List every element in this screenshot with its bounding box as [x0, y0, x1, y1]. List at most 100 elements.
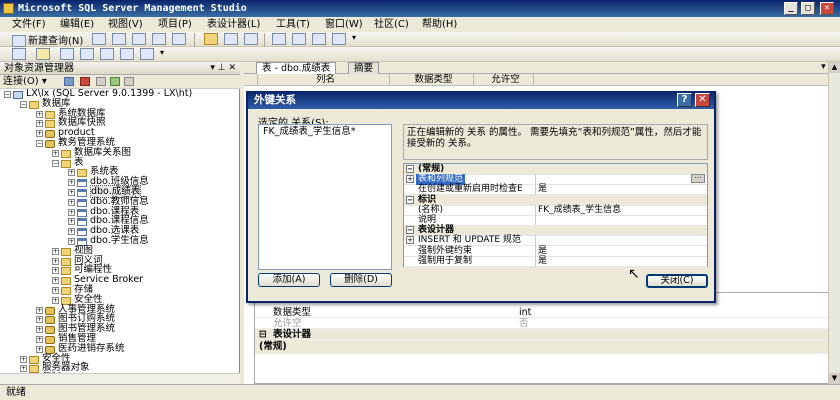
expand-icon[interactable]: + — [36, 110, 43, 118]
minimize-button[interactable]: _ — [784, 2, 798, 15]
menu-help[interactable]: 帮助(H) — [422, 18, 457, 31]
collapse-icon[interactable]: ⊟ — [259, 329, 267, 340]
stop-icon[interactable] — [96, 77, 106, 86]
expand-icon[interactable]: + — [68, 208, 75, 216]
toolbar-overflow-icon[interactable]: ▾ — [352, 33, 366, 45]
expand-icon[interactable]: + — [52, 247, 59, 255]
collapse-icon[interactable]: − — [52, 159, 59, 167]
disconnect-icon[interactable] — [80, 77, 90, 86]
xml-indexes-icon[interactable] — [100, 48, 114, 60]
relationship-item[interactable]: FK_成绩表_学生信息* — [261, 126, 357, 137]
table-icon: table — [77, 179, 87, 188]
menu-project[interactable]: 项目(P) — [158, 18, 192, 31]
expand-icon[interactable]: + — [20, 355, 27, 363]
analysis-query-icon[interactable] — [112, 33, 126, 45]
tree-node[interactable]: +folder数据库关系图 — [52, 147, 131, 158]
registered-servers-icon[interactable] — [272, 33, 286, 45]
menu-window[interactable]: 窗口(W) — [325, 18, 363, 31]
save-icon[interactable] — [224, 33, 238, 45]
expand-icon[interactable]: + — [52, 267, 59, 275]
refresh-icon[interactable] — [110, 77, 120, 86]
prop-row-allow-nulls[interactable]: 允许空 否 — [255, 318, 830, 329]
collapse-icon[interactable]: − — [36, 140, 43, 147]
save-all-icon[interactable] — [244, 33, 258, 45]
expand-icon[interactable]: + — [406, 175, 414, 184]
expand-icon[interactable]: + — [68, 228, 75, 236]
xmla-query-icon[interactable] — [152, 33, 166, 45]
connect-dropdown[interactable]: 连接(O) ▾ — [3, 76, 47, 87]
connect-icon[interactable] — [64, 77, 74, 86]
menu-file[interactable]: 文件(F) — [12, 18, 46, 31]
filter-icon[interactable] — [124, 77, 134, 86]
pin-icon[interactable]: ▾ ⊥ ✕ — [210, 62, 236, 75]
expand-icon[interactable]: + — [52, 149, 59, 157]
expand-icon[interactable]: + — [52, 277, 59, 285]
db-icon: db — [45, 336, 55, 344]
help-button[interactable]: ? — [677, 93, 692, 107]
menu-tools[interactable]: 工具(T) — [276, 18, 310, 31]
expand-icon[interactable]: + — [36, 336, 43, 343]
open-folder-icon[interactable] — [204, 33, 218, 45]
toolbar-overflow-icon[interactable]: ▾ — [160, 48, 174, 60]
collapse-icon[interactable]: − — [406, 226, 414, 235]
expand-icon[interactable]: + — [68, 218, 75, 226]
prop-row-data-type[interactable]: 数据类型 int — [255, 307, 830, 318]
collapse-icon[interactable]: − — [4, 91, 11, 98]
dialog-close-button[interactable]: ✕ — [695, 93, 710, 107]
tree-node[interactable]: −serverLX\lx (SQL Server 9.0.1399 - LX\h… — [4, 89, 192, 99]
generate-script-icon[interactable] — [12, 48, 26, 60]
scroll-up-icon[interactable]: ▲ — [829, 62, 840, 73]
grid-property-name: 强制用于复制 — [418, 255, 473, 266]
editor-vscrollbar[interactable]: ▲ ▼ — [828, 62, 840, 384]
expand-icon[interactable]: + — [20, 365, 27, 373]
expand-icon[interactable]: + — [36, 120, 43, 128]
add-button[interactable]: 添加(A) — [258, 273, 320, 287]
expand-icon[interactable]: + — [36, 130, 43, 138]
prop-category-table-designer[interactable]: ⊟ 表设计器 — [255, 329, 830, 340]
properties-icon[interactable] — [332, 33, 346, 45]
template-explorer-icon[interactable] — [312, 33, 326, 45]
expand-icon[interactable]: + — [68, 169, 75, 177]
expand-icon[interactable]: + — [36, 326, 43, 334]
delete-button[interactable]: 删除(D) — [330, 273, 392, 287]
collapse-icon[interactable]: − — [406, 195, 414, 204]
close-dialog-button[interactable]: 关闭(C) — [646, 274, 708, 288]
close-button[interactable]: ✕ — [820, 2, 834, 15]
tree-node[interactable]: −folder表 — [52, 157, 84, 168]
mdx-query-icon[interactable] — [132, 33, 146, 45]
new-db-engine-query-icon[interactable] — [92, 33, 106, 45]
object-explorer-hscrollbar[interactable] — [0, 373, 240, 384]
tab-table-designer[interactable]: 表 - dbo.成绩表 — [256, 62, 337, 74]
menu-view[interactable]: 视图(V) — [108, 18, 143, 31]
menu-edit[interactable]: 编辑(E) — [60, 18, 94, 31]
collapse-icon[interactable]: − — [20, 100, 27, 108]
grid-property-row[interactable]: 强制用于复制 是 — [404, 255, 707, 267]
ellipsis-button[interactable]: ··· — [691, 174, 705, 184]
relationship-description: 正在编辑新的 关系 的属性。 需要先填充“表和列规范”属性，然后才能接受新的 关… — [403, 124, 708, 160]
scroll-down-icon[interactable]: ▼ — [829, 373, 840, 384]
expand-icon[interactable]: + — [36, 316, 43, 324]
expand-icon[interactable]: + — [68, 179, 75, 187]
menu-community[interactable]: 社区(C) — [374, 18, 409, 31]
dmx-query-icon[interactable] — [172, 33, 186, 45]
expand-icon[interactable]: + — [36, 306, 43, 314]
expand-icon[interactable]: + — [52, 257, 59, 265]
relationships-icon[interactable] — [60, 48, 74, 60]
expand-icon[interactable]: + — [68, 189, 75, 196]
expand-icon[interactable]: + — [68, 198, 75, 206]
tab-summary[interactable]: 摘要 — [348, 62, 380, 74]
expand-icon[interactable]: + — [52, 287, 59, 294]
status-text: 就绪 — [6, 387, 26, 398]
tree-node[interactable]: +folderService Broker — [52, 275, 143, 286]
menu-table-designer[interactable]: 表设计器(L) — [207, 18, 260, 31]
table-icon: table — [77, 198, 87, 207]
fulltext-index-icon[interactable] — [140, 48, 154, 60]
check-constraints-icon[interactable] — [120, 48, 134, 60]
maximize-button[interactable]: □ — [801, 2, 815, 15]
collapse-icon[interactable]: − — [406, 165, 414, 173]
object-explorer-icon[interactable] — [292, 33, 306, 45]
expand-icon[interactable]: + — [406, 236, 414, 245]
set-primary-key-icon[interactable] — [36, 48, 50, 60]
indexes-icon[interactable] — [80, 48, 94, 60]
relationship-list[interactable]: FK_成绩表_学生信息* — [258, 124, 392, 270]
